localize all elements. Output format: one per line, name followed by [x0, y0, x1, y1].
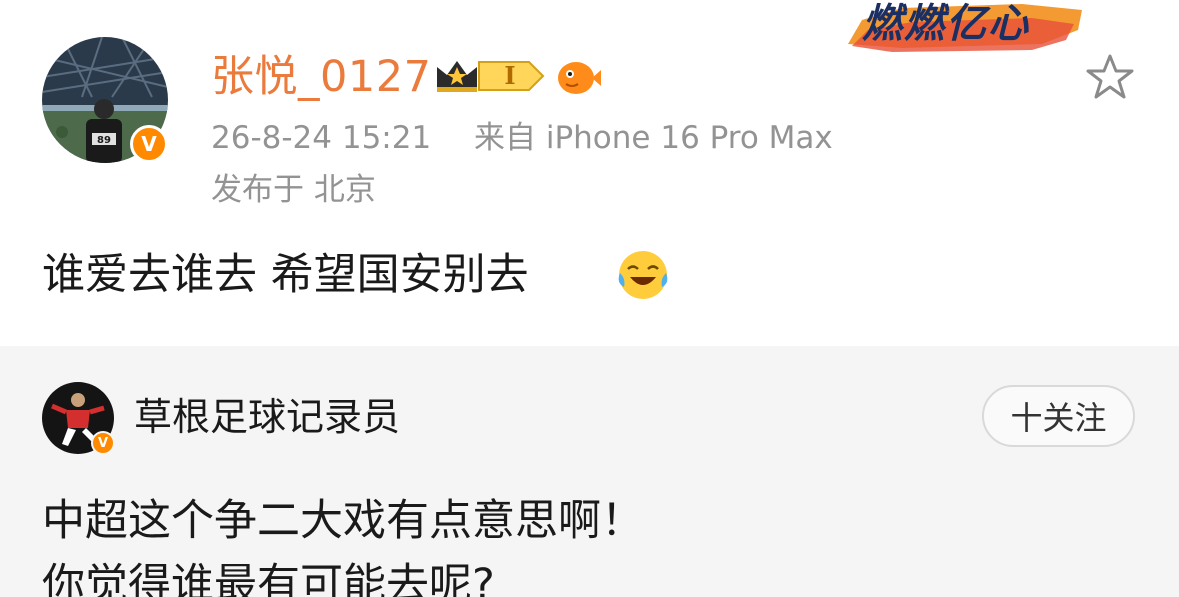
post-username[interactable]: 张悦_0127 — [211, 52, 431, 102]
pufferfish-icon — [558, 62, 601, 94]
star-icon[interactable] — [1085, 53, 1135, 101]
crown-icon — [437, 61, 477, 92]
post-text: 谁爱去谁去 希望国安别去 — [42, 250, 529, 300]
quote-verified-badge-icon: V — [91, 431, 115, 455]
level-badge-text: I — [504, 61, 516, 90]
svg-text:89: 89 — [97, 135, 111, 146]
post-timestamp: 26-8-24 15:21 — [211, 120, 432, 156]
quote-text-line-1: 中超这个争二大戏有点意思啊！ — [42, 496, 644, 546]
decor-text: 燃燃亿心 — [862, 1, 1030, 47]
quote-text-line-2: 你觉得谁最有可能去呢? — [42, 560, 495, 597]
verified-badge-icon: V — [130, 125, 168, 163]
post-source: 来自 iPhone 16 Pro Max — [474, 120, 833, 156]
post-location: 发布于 北京 — [211, 172, 376, 208]
weibo-post-page: 燃燃亿心 89 V 张悦_0127 I 26-8-24 15:21 来自 iPh… — [0, 0, 1179, 597]
laughing-tears-emoji — [618, 251, 668, 299]
quote-username[interactable]: 草根足球记录员 — [134, 393, 400, 441]
follow-button[interactable]: 十关注 — [982, 385, 1135, 447]
